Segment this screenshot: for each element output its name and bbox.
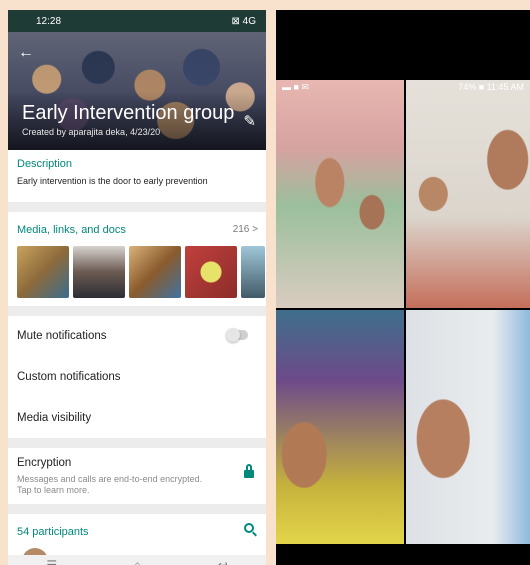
status-bar: ▬ ■ ✉ 74% ■ 11:45 AM	[276, 80, 530, 94]
back-icon[interactable]: ↩	[218, 558, 228, 565]
description-text[interactable]: Early intervention is the door to early …	[17, 176, 208, 186]
participants-count: 54 participants	[17, 526, 89, 538]
section-divider	[8, 504, 266, 514]
video-tile-participant-1[interactable]	[276, 80, 404, 308]
menu-icon[interactable]: ☰	[46, 558, 57, 565]
android-nav-bar: ☰ ⌂ ↩	[8, 555, 266, 565]
video-tile-participant-2[interactable]	[406, 80, 530, 308]
custom-notifications-item[interactable]: Custom notifications	[17, 371, 121, 383]
media-thumbnail[interactable]	[73, 246, 125, 298]
media-count[interactable]: 216 >	[233, 224, 258, 235]
media-thumbnail[interactable]	[241, 246, 265, 298]
home-icon[interactable]: ⌂	[134, 558, 141, 565]
media-visibility-item[interactable]: Media visibility	[17, 412, 91, 424]
encryption-title[interactable]: Encryption	[17, 457, 71, 469]
section-divider	[8, 306, 266, 316]
mute-notifications-label[interactable]: Mute notifications	[17, 330, 107, 342]
lock-icon	[244, 464, 254, 478]
status-right: ⊠ 4G	[231, 15, 257, 27]
encryption-description-line2: Tap to learn more.	[17, 485, 90, 495]
status-bar: 12:28 ⊠ 4G	[8, 10, 266, 32]
whatsapp-group-info-screen: 12:28 ⊠ 4G ← Early Intervention group Cr…	[8, 10, 266, 565]
status-right: 74% ■ 11:45 AM	[458, 82, 524, 92]
video-tile-participant-3[interactable]	[276, 310, 404, 544]
section-divider	[8, 202, 266, 212]
media-links-docs-label[interactable]: Media, links, and docs	[17, 224, 126, 236]
media-thumbnail[interactable]	[129, 246, 181, 298]
status-left-icons: ▬ ■ ✉	[282, 81, 309, 92]
status-time: 12:28	[36, 15, 62, 27]
group-created-info: Created by aparajita deka, 4/23/20	[22, 127, 161, 137]
edit-pencil-icon[interactable]: ✎	[243, 112, 256, 130]
search-icon[interactable]	[244, 523, 254, 533]
encryption-description-line1: Messages and calls are end-to-end encryp…	[17, 474, 203, 484]
section-divider	[8, 438, 266, 448]
video-tile-participant-4[interactable]	[406, 310, 530, 544]
media-thumbnails	[17, 246, 265, 298]
group-title: Early Intervention group	[22, 102, 235, 124]
video-call-screen: ▬ ■ ✉ 74% ■ 11:45 AM	[276, 10, 530, 565]
mute-notifications-toggle[interactable]	[226, 328, 248, 342]
description-label: Description	[17, 158, 73, 170]
media-thumbnail[interactable]	[17, 246, 69, 298]
back-arrow-icon[interactable]: ←	[18, 44, 34, 62]
media-thumbnail[interactable]	[185, 246, 237, 298]
